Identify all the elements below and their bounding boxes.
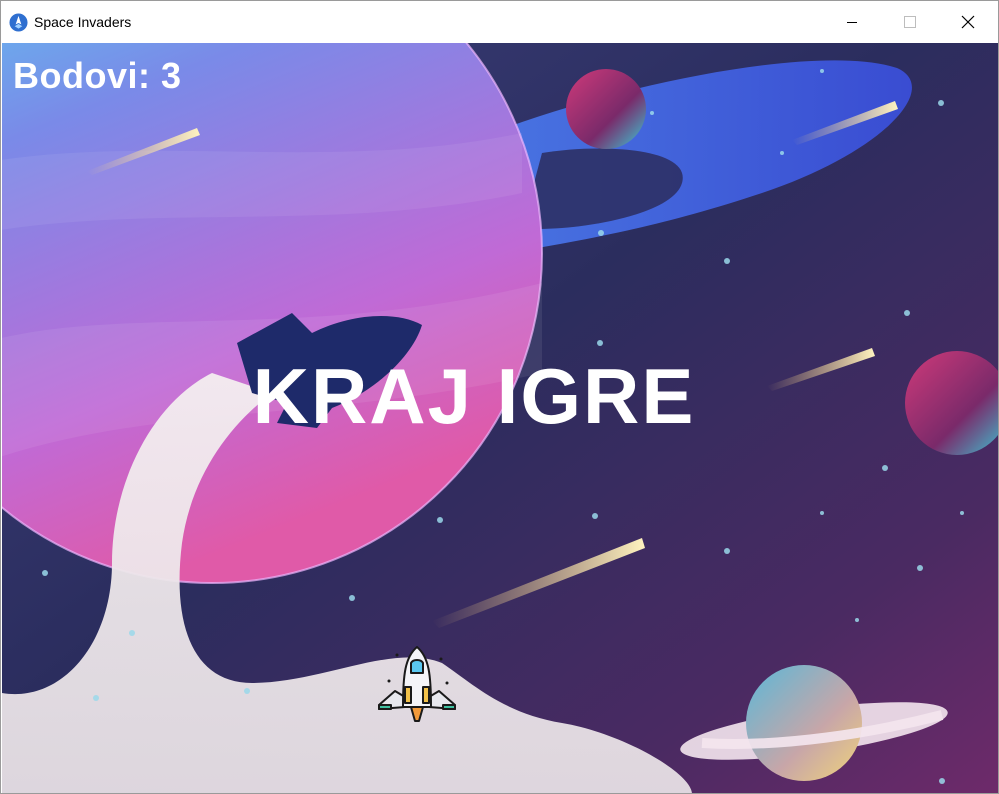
game-canvas[interactable]: Bodovi: 3 KRAJ IGRE [2, 43, 998, 793]
rocket-icon [9, 13, 28, 32]
window-title: Space Invaders [34, 14, 132, 30]
game-window: Space Invaders Bodovi: 3 KRAJ IGRE [0, 0, 999, 794]
maximize-button[interactable] [881, 1, 939, 43]
title-bar[interactable]: Space Invaders [1, 1, 998, 43]
close-button[interactable] [939, 1, 997, 43]
minimize-icon [847, 22, 857, 23]
game-over-text: KRAJ IGRE [252, 352, 696, 440]
score-label: Bodovi: 3 [13, 55, 182, 96]
minimize-button[interactable] [823, 1, 881, 43]
spaceship-icon [378, 646, 456, 722]
close-icon [961, 15, 975, 29]
maximize-icon [904, 16, 916, 28]
